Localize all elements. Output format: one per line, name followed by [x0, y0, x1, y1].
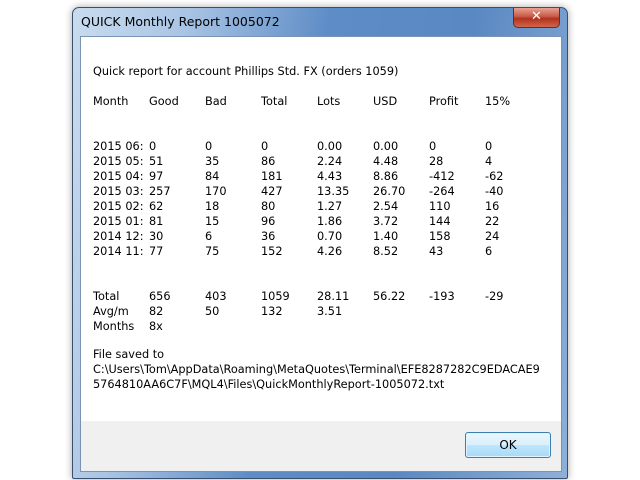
table-cell: 81 [149, 215, 164, 228]
table-cell: 0 [149, 140, 157, 153]
summary-cell: -29 [485, 290, 504, 303]
table-cell: 110 [429, 200, 451, 213]
column-header: Bad [205, 95, 227, 108]
ok-button[interactable]: OK [465, 432, 551, 458]
table-cell: 28 [429, 155, 444, 168]
table-cell: 0 [205, 140, 213, 153]
table-cell: 257 [149, 185, 171, 198]
table-cell: 80 [261, 200, 276, 213]
table-cell: 26.70 [373, 185, 406, 198]
table-cell: 2.24 [317, 155, 343, 168]
summary-cell: 82 [149, 305, 164, 318]
report-dialog: QUICK Monthly Report 1005072 ✕ Quick rep… [72, 7, 568, 479]
table-cell: 6 [205, 230, 213, 243]
dialog-content: Quick report for account Phillips Std. F… [80, 36, 562, 472]
summary-cell: 403 [205, 290, 227, 303]
table-cell: -40 [485, 185, 504, 198]
summary-cell: 28.11 [317, 290, 350, 303]
table-cell: 13.35 [317, 185, 350, 198]
table-cell: 0 [261, 140, 269, 153]
table-cell: 2015 01: [93, 215, 144, 228]
table-cell: 2015 03: [93, 185, 144, 198]
table-cell: 2015 06: [93, 140, 144, 153]
table-cell: 30 [149, 230, 164, 243]
window-title: QUICK Monthly Report 1005072 [81, 14, 280, 29]
table-cell: 144 [429, 215, 451, 228]
table-cell: 8.52 [373, 245, 399, 258]
table-cell: 18 [205, 200, 220, 213]
summary-cell: Months [93, 320, 135, 333]
file-saved-label: File saved to [93, 348, 165, 361]
table-cell: 0.00 [317, 140, 343, 153]
summary-cell: Total [93, 290, 120, 303]
table-cell: 0.00 [373, 140, 399, 153]
table-cell: 16 [485, 200, 500, 213]
table-cell: 75 [205, 245, 220, 258]
column-header: Month [93, 95, 129, 108]
table-cell: -412 [429, 170, 455, 183]
summary-cell: 132 [261, 305, 283, 318]
summary-cell: 3.51 [317, 305, 343, 318]
table-cell: 4 [485, 155, 493, 168]
table-cell: 8.86 [373, 170, 399, 183]
table-cell: 152 [261, 245, 283, 258]
table-cell: 6 [485, 245, 493, 258]
table-cell: 97 [149, 170, 164, 183]
table-cell: -62 [485, 170, 504, 183]
table-cell: 4.48 [373, 155, 399, 168]
summary-cell: 8x [149, 320, 163, 333]
summary-cell: 656 [149, 290, 171, 303]
summary-cell: 50 [205, 305, 220, 318]
table-cell: 0 [429, 140, 437, 153]
table-cell: 0 [485, 140, 493, 153]
file-path-line-2: 5764810AA6C7F\MQL4\Files\QuickMonthlyRep… [93, 378, 445, 391]
table-cell: 2014 12: [93, 230, 144, 243]
table-cell: 3.72 [373, 215, 399, 228]
table-cell: 43 [429, 245, 444, 258]
table-cell: 2015 05: [93, 155, 144, 168]
table-cell: 4.26 [317, 245, 343, 258]
report-heading: Quick report for account Phillips Std. F… [93, 65, 399, 78]
table-cell: 84 [205, 170, 220, 183]
table-cell: 1.40 [373, 230, 399, 243]
summary-cell: 1059 [261, 290, 290, 303]
table-cell: 36 [261, 230, 276, 243]
table-cell: 24 [485, 230, 500, 243]
table-cell: 2.54 [373, 200, 399, 213]
column-header: Lots [317, 95, 341, 108]
table-cell: 0.70 [317, 230, 343, 243]
summary-cell: Avg/m [93, 305, 129, 318]
table-cell: 181 [261, 170, 283, 183]
table-cell: 2014 11: [93, 245, 144, 258]
column-header: Total [261, 95, 288, 108]
column-header: Profit [429, 95, 459, 108]
table-cell: 170 [205, 185, 227, 198]
close-button[interactable]: ✕ [513, 8, 560, 28]
dialog-footer: OK [81, 421, 561, 471]
table-cell: 96 [261, 215, 276, 228]
table-cell: 427 [261, 185, 283, 198]
table-cell: 86 [261, 155, 276, 168]
table-cell: 51 [149, 155, 164, 168]
table-cell: 35 [205, 155, 220, 168]
summary-cell: -193 [429, 290, 455, 303]
column-header: Good [149, 95, 179, 108]
table-cell: 15 [205, 215, 220, 228]
table-cell: 158 [429, 230, 451, 243]
table-cell: 2015 04: [93, 170, 144, 183]
table-cell: -264 [429, 185, 455, 198]
summary-cell: 56.22 [373, 290, 406, 303]
table-cell: 77 [149, 245, 164, 258]
table-cell: 2015 02: [93, 200, 144, 213]
table-cell: 62 [149, 200, 164, 213]
file-path-line-1: C:\Users\Tom\AppData\Roaming\MetaQuotes\… [93, 363, 540, 376]
table-cell: 4.43 [317, 170, 343, 183]
table-cell: 1.86 [317, 215, 343, 228]
column-header: USD [373, 95, 398, 108]
table-cell: 1.27 [317, 200, 343, 213]
column-header: 15% [485, 95, 511, 108]
table-cell: 22 [485, 215, 500, 228]
